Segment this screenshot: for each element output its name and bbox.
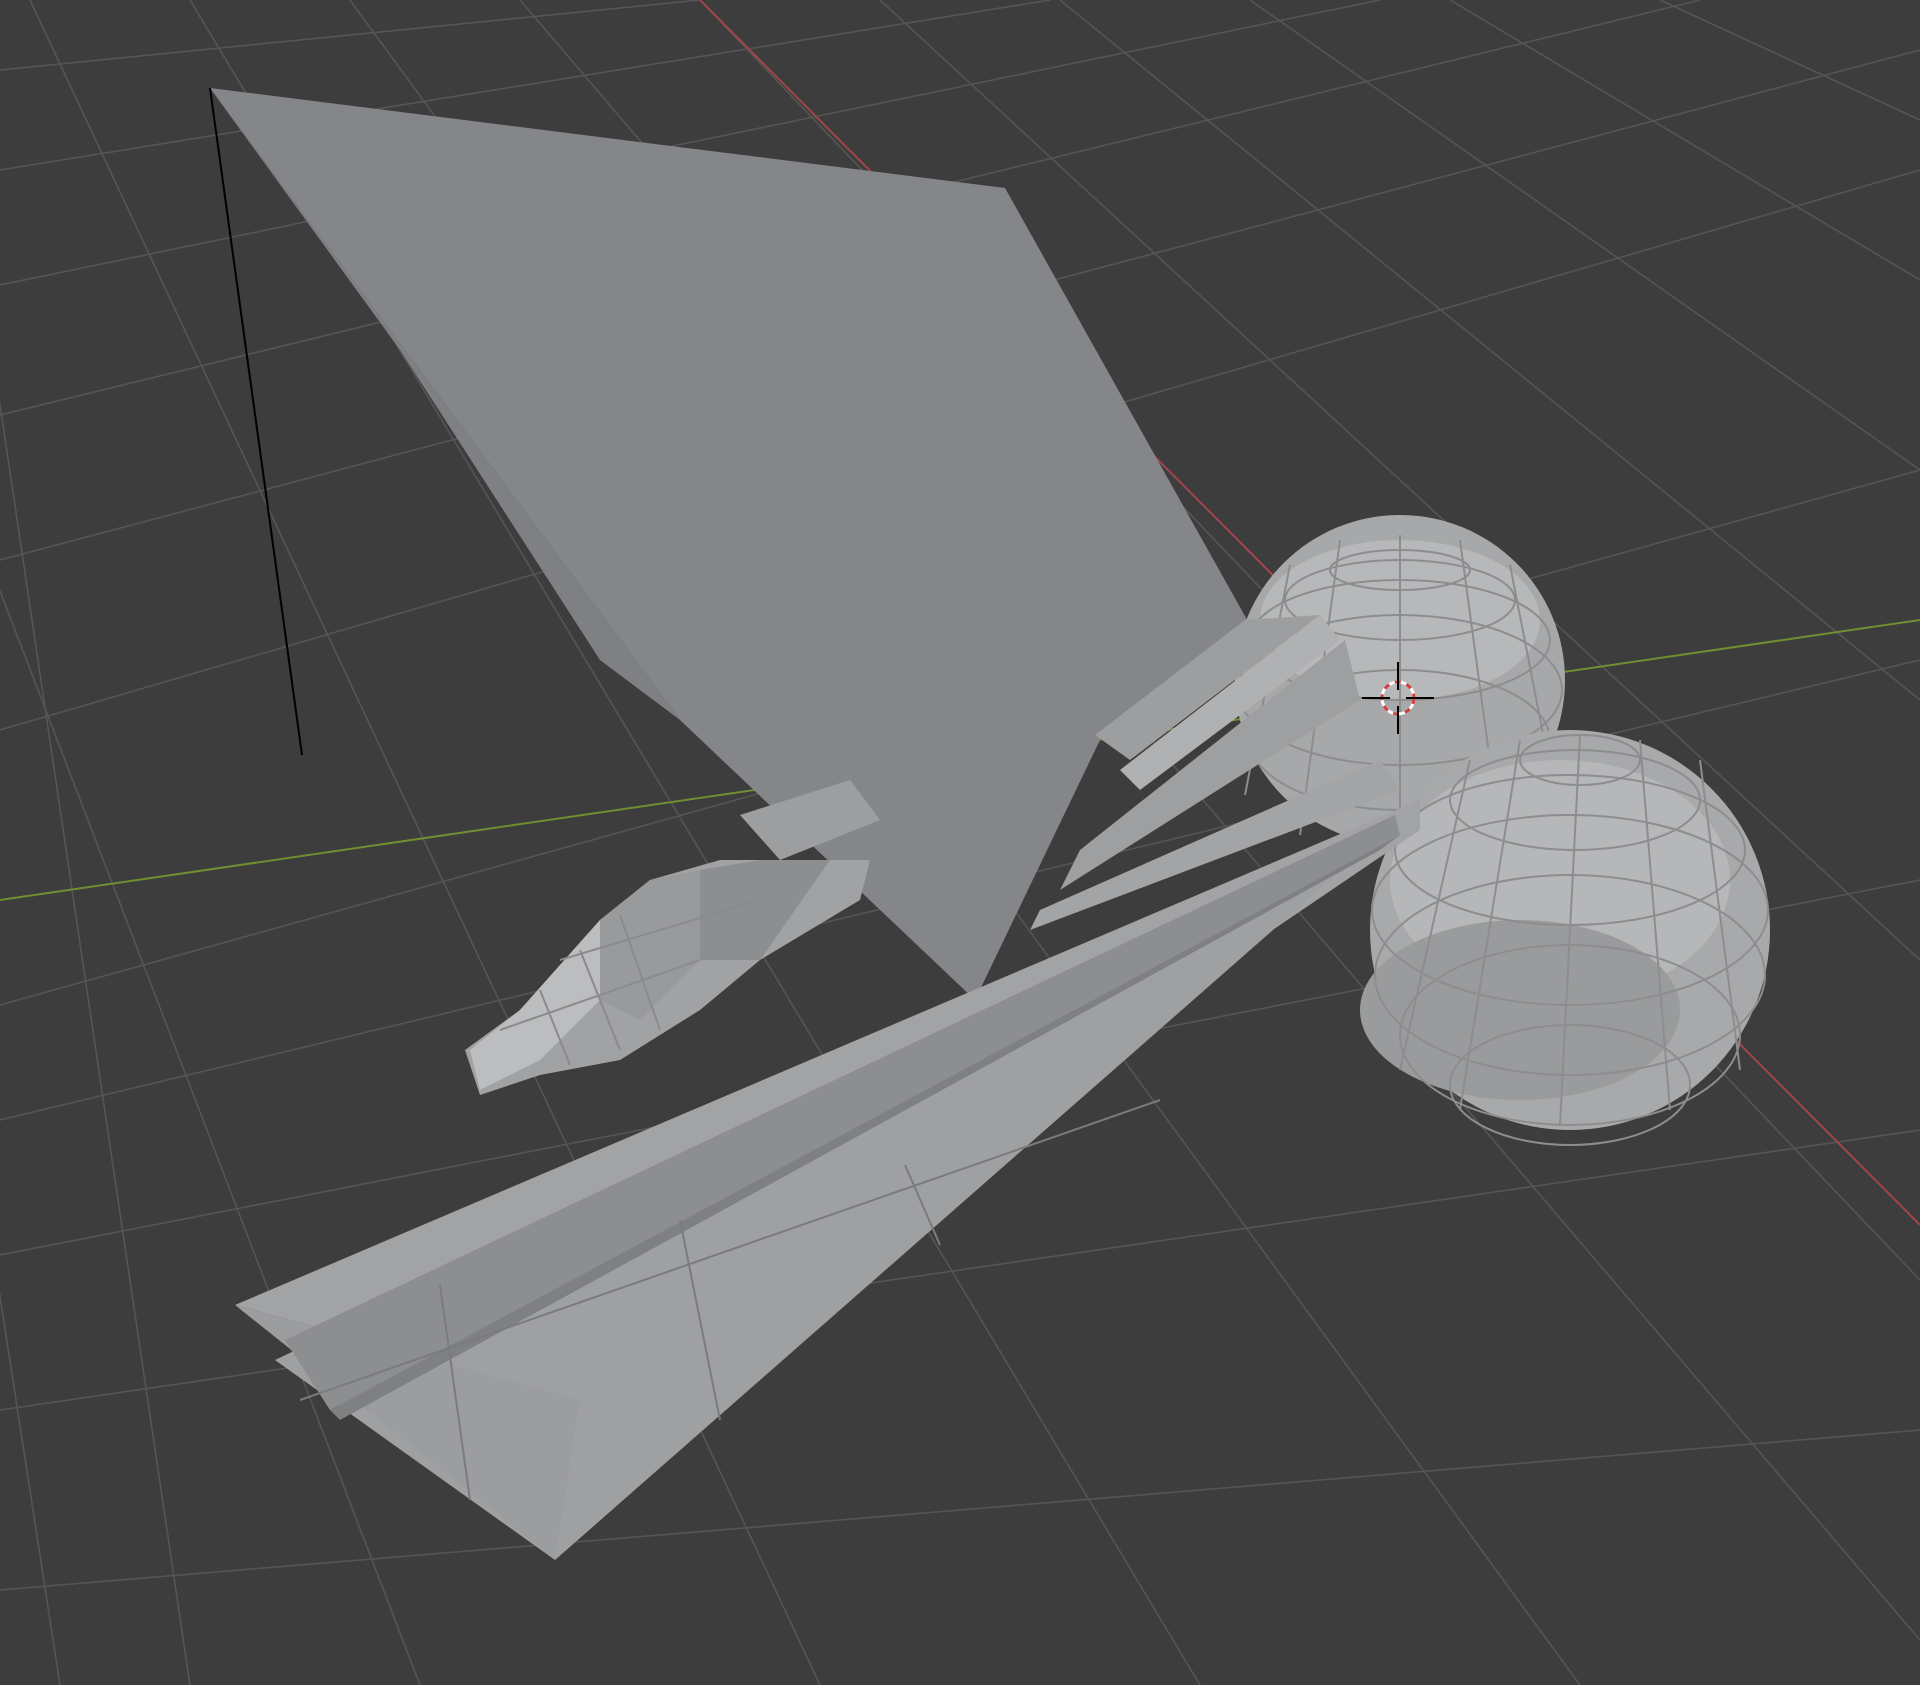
3d-viewport[interactable]: [0, 0, 1920, 1685]
viewport-canvas[interactable]: [0, 0, 1920, 1685]
